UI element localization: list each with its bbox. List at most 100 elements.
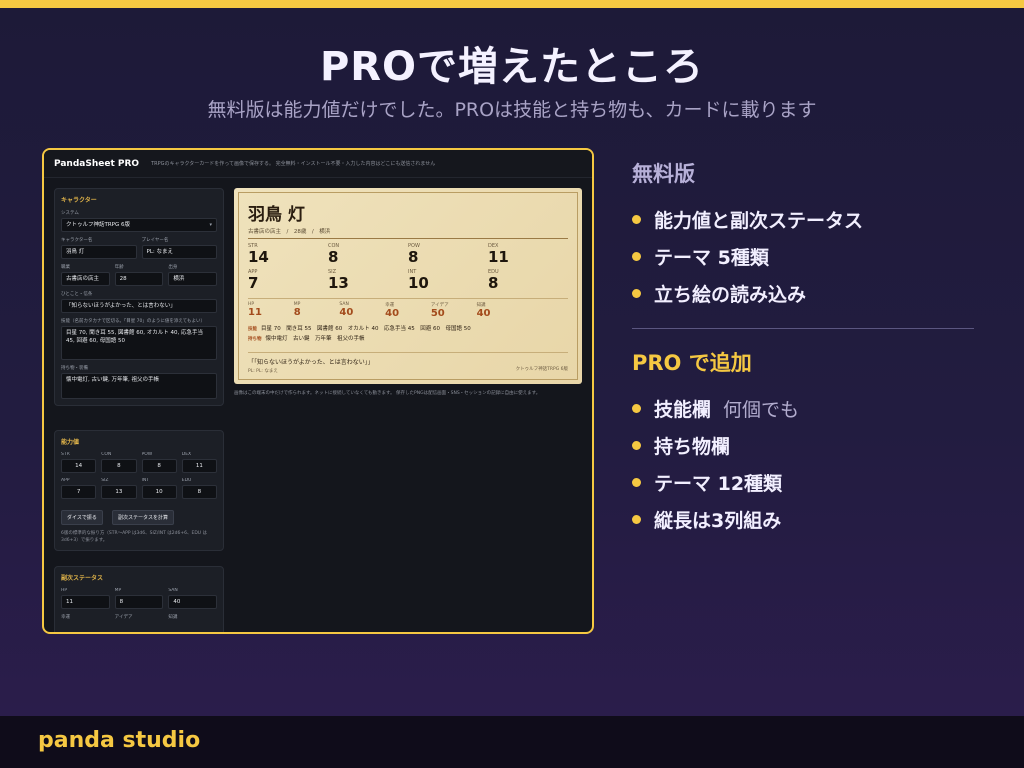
age-input[interactable]: 28 bbox=[114, 272, 164, 286]
pro-feature-item: テーマ 12種類 bbox=[632, 464, 974, 501]
card-derived-stat: アイデア 50 bbox=[431, 302, 477, 320]
card-derived-stat: SAN 40 bbox=[339, 302, 385, 320]
quote-label: ひとこと・信条 bbox=[61, 292, 93, 297]
stat-input[interactable]: 8 bbox=[141, 459, 177, 473]
bullet-dot-icon bbox=[632, 289, 641, 298]
derived-label: SAN bbox=[168, 588, 178, 593]
free-feature-item: 立ち絵の読み込み bbox=[632, 275, 974, 312]
roll-dice-button[interactable]: ダイスで振る bbox=[61, 510, 103, 525]
card-stat: APP 7 bbox=[248, 269, 328, 295]
card-items-text: 懐中電灯 古い鍵 万年筆 祖父の手帳 bbox=[265, 336, 365, 342]
derived-field: HP 11 bbox=[61, 588, 110, 609]
stat-input[interactable]: 11 bbox=[181, 459, 217, 473]
bullet-dot-icon bbox=[632, 252, 641, 261]
derived-field: SAN 40 bbox=[168, 588, 218, 609]
stat-field: STR 14 bbox=[61, 452, 97, 473]
slide-subtitle: 無料版は能力値だけでした。PROは技能と持ち物も、カードに載ります bbox=[207, 99, 817, 121]
job-input[interactable]: 古書店の店主 bbox=[61, 272, 110, 286]
card-derived-value: 8 bbox=[293, 307, 301, 318]
bullet-dot-icon bbox=[632, 215, 641, 224]
card-stat-value: 8 bbox=[328, 248, 339, 266]
pro-feature-item: 技能欄 何個でも bbox=[632, 390, 974, 427]
pro-feature-item: 持ち物欄 bbox=[632, 427, 974, 464]
system-value: クトゥルフ神話TRPG 6版 bbox=[66, 222, 131, 228]
card-derived-value: 11 bbox=[248, 307, 262, 318]
card-stat-value: 8 bbox=[408, 248, 419, 266]
app-header: PandaSheet PRO TRPGのキャラクターカードを作って画像で保存する… bbox=[44, 150, 592, 178]
system-select[interactable]: クトゥルフ神話TRPG 6版 ▾ bbox=[61, 218, 217, 232]
stat-label: STR bbox=[61, 452, 70, 457]
job-label: 職業 bbox=[61, 265, 70, 270]
quote-input[interactable]: 「知らないほうがよかった、とは言わない」 bbox=[61, 299, 217, 313]
character-panel: キャラクター システム クトゥルフ神話TRPG 6版 ▾ キャラクター名 羽鳥 灯… bbox=[54, 188, 224, 406]
card-stat: CON 8 bbox=[328, 243, 408, 269]
stat-input[interactable]: 8 bbox=[181, 485, 217, 499]
card-stat-value: 13 bbox=[328, 274, 349, 292]
roll-note: 6版の標準的な振り方（STR〜APP は3d6、SIZ/INT は2d6+6、E… bbox=[61, 531, 208, 543]
slide-title: PROで増えたところ bbox=[319, 44, 705, 90]
free-feature-item: 能力値と副次ステータス bbox=[632, 201, 974, 238]
pro-feature-item: 縦長は3列組み bbox=[632, 501, 974, 538]
free-feature-label: テーマ 5種類 bbox=[654, 247, 769, 269]
derived-input[interactable]: 11 bbox=[61, 595, 110, 609]
stat-input[interactable]: 14 bbox=[61, 459, 97, 473]
chevron-down-icon: ▾ bbox=[209, 222, 212, 228]
pro-feature-label: 持ち物欄 bbox=[654, 436, 731, 458]
card-system: クトゥルフ神話TRPG 6版 bbox=[515, 367, 568, 372]
stat-label: CON bbox=[101, 452, 112, 457]
card-stat-value: 7 bbox=[248, 274, 259, 292]
panel-title: キャラクター bbox=[61, 197, 97, 204]
derived-label: アイデア bbox=[114, 615, 133, 620]
card-derived-value: 50 bbox=[430, 308, 445, 319]
card-stat-value: 14 bbox=[248, 248, 269, 266]
stat-input[interactable]: 8 bbox=[101, 459, 137, 473]
card-stat: STR 14 bbox=[248, 243, 328, 269]
derived-field: 幸運 bbox=[61, 614, 110, 622]
card-subtitle: 古書店の店主 / 28歳 / 横浜 bbox=[248, 227, 568, 239]
card-derived-stat: 知識 40 bbox=[477, 302, 523, 320]
origin-label: 出身 bbox=[168, 265, 178, 270]
skills-textarea[interactable]: 目星 70, 聞き耳 55, 図書館 60, オカルト 40, 応急手当 45,… bbox=[61, 326, 217, 360]
stat-input[interactable]: 10 bbox=[141, 485, 177, 499]
card-stat-value: 8 bbox=[488, 274, 499, 292]
panel-title: 副次ステータス bbox=[61, 575, 104, 582]
derived-input[interactable]: 40 bbox=[168, 595, 218, 609]
card-note: 画像はこの端末の中だけで作られます。ネットに接続していなくても動きます。 保存し… bbox=[234, 391, 541, 396]
stat-field: DEX 11 bbox=[181, 452, 217, 473]
derived-label: HP bbox=[61, 588, 68, 593]
stat-label: APP bbox=[61, 478, 70, 483]
stat-input[interactable]: 7 bbox=[61, 485, 97, 499]
stat-field: POW 8 bbox=[141, 452, 177, 473]
player-input[interactable]: PL: なまえ bbox=[141, 245, 217, 259]
card-stat-value: 10 bbox=[408, 274, 429, 292]
card-items-key: 持ち物 bbox=[248, 337, 262, 342]
stat-input[interactable]: 13 bbox=[101, 485, 137, 499]
card-skills-text: 目星 70 聞き耳 55 図書館 60 オカルト 40 応急手当 45 回避 6… bbox=[261, 326, 471, 332]
derived-label: 知識 bbox=[168, 615, 178, 620]
derived-input[interactable]: 8 bbox=[114, 595, 164, 609]
calc-derived-button[interactable]: 副次ステータスを計算 bbox=[111, 510, 174, 525]
card-stat: POW 8 bbox=[408, 243, 488, 269]
card-items: 持ち物 懐中電灯 古い鍵 万年筆 祖父の手帳 bbox=[248, 334, 568, 342]
card-stat-value: 11 bbox=[488, 248, 509, 266]
free-feature-label: 立ち絵の読み込み bbox=[654, 284, 807, 306]
card-stat: DEX 11 bbox=[488, 243, 568, 269]
name-input[interactable]: 羽鳥 灯 bbox=[61, 245, 137, 259]
free-feature-item: テーマ 5種類 bbox=[632, 238, 974, 275]
bullet-dot-icon bbox=[632, 441, 641, 450]
top-accent-bar bbox=[0, 0, 1024, 8]
derived-label: 幸運 bbox=[61, 615, 70, 620]
origin-input[interactable]: 横浜 bbox=[168, 272, 218, 286]
pro-feature-list: 技能欄 何個でも持ち物欄テーマ 12種類 縦長は3列組み bbox=[632, 390, 974, 538]
items-label: 持ち物・装備 bbox=[61, 366, 88, 371]
feature-list: 無料版 能力値と副次ステータス テーマ 5種類 立ち絵の読み込み PRO で追加 技… bbox=[632, 158, 974, 538]
card-derived-stat: 幸運 40 bbox=[385, 302, 431, 320]
pro-heading: PRO で追加 bbox=[632, 351, 752, 375]
app-screenshot: PandaSheet PRO TRPGのキャラクターカードを作って画像で保存する… bbox=[42, 148, 594, 634]
name-label: キャラクター名 bbox=[61, 238, 93, 243]
stat-field: APP 7 bbox=[61, 478, 97, 499]
derived-label: MP bbox=[114, 588, 122, 593]
card-derived-stat: MP 8 bbox=[294, 302, 340, 320]
card-stat: EDU 8 bbox=[488, 269, 568, 295]
items-textarea[interactable]: 懐中電灯, 古い鍵, 万年筆, 祖父の手帳 bbox=[61, 373, 217, 399]
